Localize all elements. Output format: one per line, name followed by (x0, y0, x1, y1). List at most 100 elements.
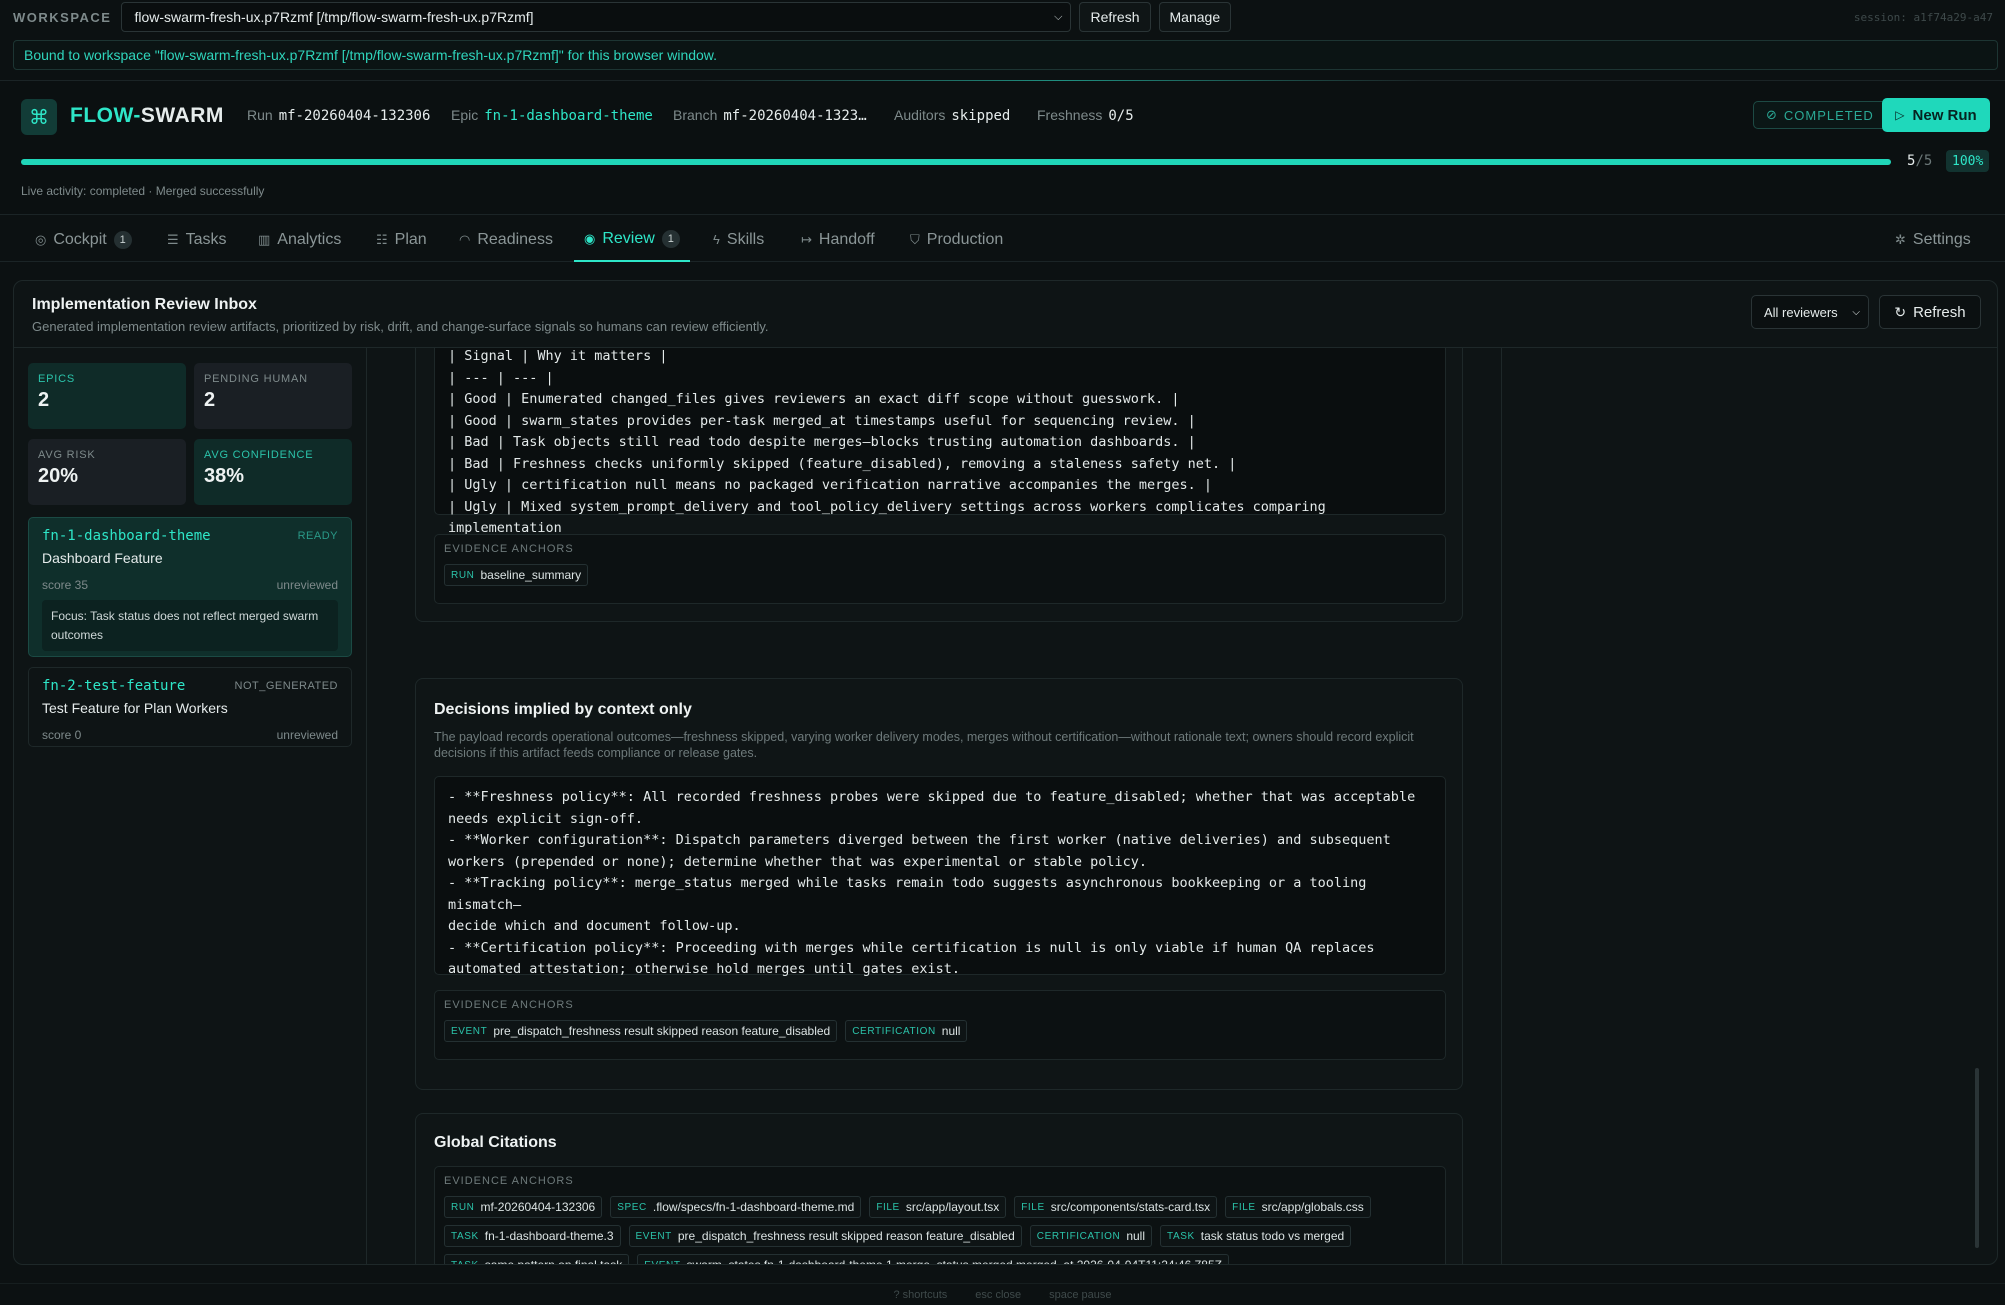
evidence-chip[interactable]: EVENT swarm_states fn-1-dashboard-theme.1… (637, 1254, 1229, 1265)
stat-avg-confidence: AVG CONFIDENCE 38% (194, 439, 352, 505)
evidence-text: .flow/specs/fn-1-dashboard-theme.md (652, 1200, 855, 1214)
evidence-text: swarm_states fn-1-dashboard-theme.1 merg… (686, 1258, 1222, 1265)
tab-cockpit[interactable]: ◎ Cockpit 1 (35, 217, 132, 262)
evidence-chip[interactable]: TASK task status todo vs merged (1160, 1225, 1352, 1247)
main-tabs: ◎ Cockpit 1 ☰ Tasks ▥ Analytics ☷ Plan ◠ Readi… (0, 217, 2005, 262)
eye-icon: ◉ (584, 230, 596, 246)
panel-title: Implementation Review Inbox (32, 296, 257, 313)
evidence-kind: FILE (1021, 1201, 1045, 1213)
epic-title: Dashboard Feature (42, 550, 163, 566)
bar-chart-icon: ▥ (258, 231, 271, 247)
evidence-kind: FILE (876, 1201, 900, 1213)
epic-card[interactable]: fn-1-dashboard-theme READY Dashboard Feat… (28, 517, 352, 657)
tab-badge: 1 (113, 230, 132, 249)
evidence-chip[interactable]: TASK fn-1-dashboard-theme.3 (444, 1225, 621, 1247)
auditors-meta: Auditors skipped (894, 107, 1011, 124)
epic-score: score 0 (42, 728, 82, 742)
run-meta: Run mf-20260404-132306 (247, 107, 431, 124)
workspace-select[interactable]: flow-swarm-fresh-ux.p7Rzmf [/tmp/flow-sw… (121, 2, 1072, 32)
workspace-select-value: flow-swarm-fresh-ux.p7Rzmf [/tmp/flow-sw… (134, 9, 534, 25)
evidence-kind: EVENT (451, 1025, 488, 1037)
swarm-logo-icon: ⌘ (21, 99, 57, 135)
pause-hint: space pause (1049, 1288, 1112, 1301)
shield-icon: ⛉ (910, 231, 920, 247)
evidence-chip[interactable]: RUN mf-20260404-132306 (444, 1196, 603, 1218)
gear-icon: ✲ (1895, 231, 1906, 247)
epic-meta: Epic fn-1-dashboard-theme (451, 107, 653, 124)
tab-skills[interactable]: ϟ Skills (713, 217, 764, 262)
tab-settings[interactable]: ✲ Settings (1895, 217, 1971, 262)
epic-card[interactable]: fn-2-test-feature NOT_GENERATED Test Feat… (28, 667, 352, 747)
evidence-text: src/app/globals.css (1261, 1200, 1364, 1214)
tab-analytics[interactable]: ▥ Analytics (258, 217, 341, 262)
epic-focus-note: Focus: Task status does not reflect merg… (42, 600, 338, 652)
brand-name: FLOW-SWARM (70, 104, 224, 127)
evidence-kind: TASK (451, 1259, 479, 1265)
epic-score: score 35 (42, 578, 89, 592)
epic-name: fn-1-dashboard-theme (42, 528, 211, 544)
epic-title: Test Feature for Plan Workers (42, 700, 228, 716)
header-glow (700, 80, 1420, 81)
evidence-chip[interactable]: FILE src/app/globals.css (1225, 1196, 1371, 1218)
evidence-chip[interactable]: CERTIFICATION null (1029, 1225, 1152, 1247)
tab-handoff[interactable]: ↦ Handoff (801, 217, 875, 262)
evidence-text: src/app/layout.tsx (905, 1200, 1000, 1214)
workspace-refresh-button[interactable]: Refresh (1079, 2, 1151, 32)
evidence-chip[interactable]: TASK same pattern on final task (444, 1254, 630, 1265)
run-progress-bar (21, 159, 1891, 165)
workspace-manage-button[interactable]: Manage (1158, 2, 1232, 32)
evidence-chip[interactable]: EVENT pre_dispatch_freshness result skipp… (444, 1020, 838, 1042)
reviewer-filter-select[interactable]: All reviewers ⌵ (1751, 295, 1869, 329)
evidence-kind: TASK (1167, 1230, 1195, 1242)
review-artifact-content[interactable]: | Signal | Why it matters | | --- | --- … (367, 348, 1501, 1265)
epic-status: READY (297, 530, 338, 542)
freshness-value: 0/5 (1108, 108, 1134, 124)
tab-review[interactable]: ◉ Review 1 (574, 217, 690, 262)
review-inbox-panel: Implementation Review Inbox Generated im… (13, 280, 1998, 1265)
evidence-anchors: EVIDENCE ANCHORS EVENT pre_dispatch_fresh… (434, 990, 1446, 1060)
close-hint: esc close (975, 1288, 1022, 1301)
bolt-icon: ϟ (713, 232, 720, 247)
tab-readiness[interactable]: ◠ Readiness (459, 217, 553, 262)
keyboard-hints: ? shortcuts esc close space pause (0, 1283, 2005, 1305)
handoff-icon: ↦ (801, 231, 812, 247)
epic-status: NOT_GENERATED (234, 680, 338, 692)
evidence-chip[interactable]: SPEC .flow/specs/fn-1-dashboard-theme.md (610, 1196, 862, 1218)
signals-card: | Signal | Why it matters | | --- | --- … (415, 348, 1463, 622)
tab-production[interactable]: ⛉ Production (910, 217, 1003, 262)
evidence-chip[interactable]: CERTIFICATION null (845, 1020, 968, 1042)
decisions-card: Decisions implied by context only The pa… (415, 678, 1463, 1090)
evidence-anchors: EVIDENCE ANCHORS RUN baseline_summary (434, 534, 1446, 604)
workspace-bound-banner: Bound to workspace "flow-swarm-fresh-ux.… (13, 40, 1998, 70)
evidence-chip[interactable]: FILE src/app/layout.tsx (869, 1196, 1007, 1218)
run-id: mf-20260404-132306 (278, 108, 431, 124)
freshness-meta: Freshness 0/5 (1037, 107, 1134, 124)
workspace-label: WORKSPACE (13, 9, 112, 25)
list-icon: ☰ (167, 231, 179, 247)
evidence-text: pre_dispatch_freshness result skipped re… (677, 1229, 1015, 1243)
live-activity: Live activity: completed · Merged succes… (21, 184, 265, 198)
evidence-chip[interactable]: EVENT pre_dispatch_freshness result skipp… (628, 1225, 1022, 1247)
progress-percent: 100% (1946, 150, 1990, 172)
citations-title: Global Citations (434, 1134, 557, 1151)
tab-tasks[interactable]: ☰ Tasks (167, 217, 227, 262)
evidence-text: baseline_summary (480, 568, 582, 582)
evidence-kind: TASK (451, 1230, 479, 1242)
inbox-refresh-button[interactable]: ↻ Refresh (1879, 295, 1981, 329)
evidence-chip[interactable]: FILE src/components/stats-card.tsx (1014, 1196, 1218, 1218)
content-scrollbar[interactable] (1975, 1068, 1979, 1248)
epic-list-column: EPICS 2 PENDING HUMAN 2 AVG RISK 20% AVG CO… (14, 348, 367, 1264)
decisions-description: The payload records operational outcomes… (434, 730, 1414, 760)
evidence-text: pre_dispatch_freshness result skipped re… (493, 1024, 831, 1038)
evidence-text: null (1126, 1229, 1145, 1243)
signals-table-block: | Signal | Why it matters | | --- | --- … (434, 348, 1446, 558)
new-run-button[interactable]: ▷ New Run (1882, 98, 1990, 132)
evidence-text: null (941, 1024, 961, 1038)
evidence-kind: EVENT (635, 1230, 672, 1242)
evidence-chip[interactable]: RUN baseline_summary (444, 564, 589, 586)
global-citations-card: Global Citations EVIDENCE ANCHORS RUN mf-… (415, 1113, 1463, 1265)
evidence-kind: RUN (451, 569, 475, 581)
chevron-down-icon: ⌵ (1054, 10, 1063, 23)
tab-plan[interactable]: ☷ Plan (376, 217, 427, 262)
stat-epics: EPICS 2 (28, 363, 186, 429)
